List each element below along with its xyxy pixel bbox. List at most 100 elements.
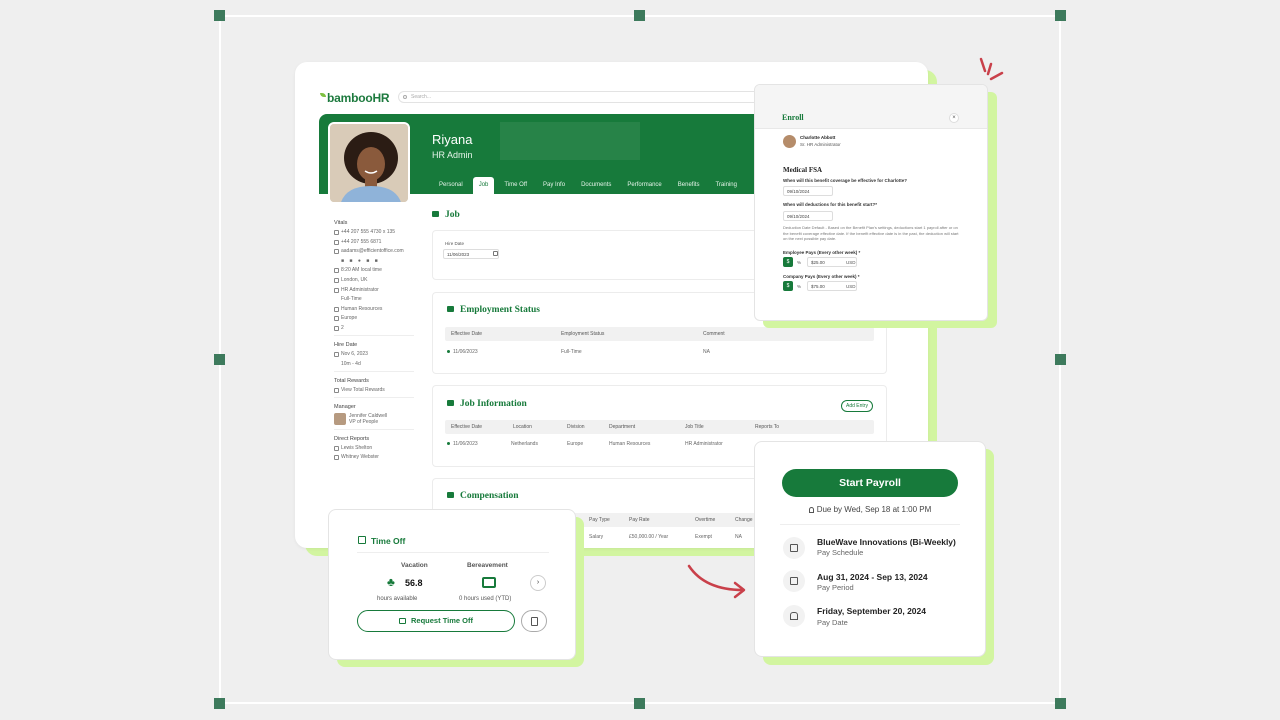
pay-period-value: Aug 31, 2024 - Sep 13, 2024 [817, 572, 928, 582]
employment-status-title: Employment Status [447, 305, 540, 315]
tab-training[interactable]: Training [709, 177, 742, 194]
add-entry-button[interactable]: Add Entry [841, 400, 873, 412]
plan-title: Medical FSA [783, 166, 823, 174]
profile-avatar [328, 122, 410, 204]
manager-name: Jennifer Caldwell [349, 412, 388, 419]
due-date: Due by Wed, Sep 18 at 1:00 PM [755, 505, 985, 514]
vitals-heading: Vitals [334, 220, 348, 226]
coverage-date-field[interactable]: 09/10/2024 [783, 186, 833, 196]
direct-report-item[interactable]: Lewis Shelton [334, 445, 414, 451]
local-time: 8:20 AM local time [334, 267, 414, 274]
time-off-card: Time Off Vacation ♣ 56.8 hours available… [328, 509, 576, 660]
request-time-off-button[interactable]: Request Time Off [357, 610, 515, 632]
curved-arrow-icon [687, 564, 746, 599]
tab-performance[interactable]: Performance [621, 177, 667, 194]
dollar-toggle[interactable]: $ [783, 257, 793, 267]
profile-sidebar: Vitals +44 207 555 4730 x 135 +44 207 55… [334, 214, 414, 464]
palm-tree-icon: ♣ [387, 575, 395, 589]
briefcase-icon [432, 211, 439, 217]
coverage-question: When will this benefit coverage be effec… [783, 178, 908, 183]
calendar-icon[interactable] [493, 251, 498, 256]
view-total-rewards-link[interactable]: View Total Rewards [334, 387, 414, 393]
search-icon [403, 95, 407, 99]
enroll-title: Enroll [782, 113, 804, 122]
table-row[interactable]: 11/06/2023 Full-Time NA [445, 345, 874, 359]
next-chevron-button[interactable]: › [530, 575, 546, 591]
hire-date-heading: Hire Date [334, 341, 358, 348]
mobile-phone[interactable]: +44 207 555 6871 [334, 239, 414, 245]
hire-duration: 10m - 4d [341, 360, 361, 367]
calendar-icon [358, 536, 366, 544]
percent-toggle[interactable]: % [797, 284, 801, 289]
pay-date-value: Friday, September 20, 2024 [817, 606, 926, 616]
job-title: HR Administrator [334, 287, 414, 293]
bereavement-label: Bereavement [467, 562, 508, 569]
resize-handle-tc[interactable] [634, 10, 645, 21]
work-phone[interactable]: +44 207 555 4730 x 135 [334, 229, 414, 235]
bell-icon [808, 507, 814, 513]
resize-handle-br[interactable] [1055, 698, 1066, 709]
job-section-title: Job [432, 210, 460, 220]
briefcase-icon [447, 400, 454, 406]
enroll-panel: Enroll × Charlotte Abbott Sr. HR Adminis… [754, 84, 988, 321]
vacation-label: Vacation [401, 562, 428, 569]
pay-schedule-label: Pay Schedule [817, 548, 864, 557]
tab-time-off[interactable]: Time Off [498, 177, 533, 194]
compensation-title: Compensation [447, 491, 519, 501]
social-icons[interactable]: ■ ■ ● ■ ■ [334, 258, 414, 264]
email-link[interactable]: aadams@efficientoffice.com [334, 248, 414, 255]
currency-label: USD [846, 260, 856, 265]
bamboohr-logo[interactable]: bambooHR [320, 91, 390, 105]
employee-pays-label: Employee Pays (Every other week) * [783, 250, 861, 255]
id-card-icon [447, 306, 454, 312]
direct-report-item[interactable]: Whitney Webster [334, 454, 414, 461]
employee-avatar [783, 135, 796, 148]
employee-name: Charlotte Abbott [800, 135, 836, 140]
employee-role: Sr. HR Administrator [800, 142, 841, 147]
briefcase-icon [482, 577, 496, 588]
start-payroll-button[interactable]: Start Payroll [782, 469, 958, 497]
deduction-note: Deduction Date Default - Based on the Be… [783, 225, 959, 241]
deduction-date-field[interactable]: 09/10/2024 [783, 211, 833, 221]
search-input[interactable]: Search... [398, 91, 768, 103]
resize-handle-ml[interactable] [214, 354, 225, 365]
profile-name-placeholder [500, 122, 640, 160]
department: Human Resources [334, 306, 414, 312]
payroll-card: Start Payroll Due by Wed, Sep 18 at 1:00… [754, 441, 986, 657]
profile-tabs: Personal Job Time Off Pay Info Documents… [433, 177, 747, 194]
total-rewards-heading: Total Rewards [334, 377, 369, 384]
employee-number: 2 [334, 325, 414, 331]
hire-date-field[interactable]: 11/06/2023 [443, 249, 499, 259]
money-icon [447, 492, 454, 498]
tab-benefits[interactable]: Benefits [672, 177, 706, 194]
time-off-title: Time Off [371, 536, 406, 546]
resize-handle-tl[interactable] [214, 10, 225, 21]
currency-label: USD [846, 284, 856, 289]
manager-heading: Manager [334, 403, 356, 410]
manager-role: VP of People [349, 418, 379, 425]
resize-handle-bl[interactable] [214, 698, 225, 709]
resize-handle-bc[interactable] [634, 698, 645, 709]
manager-avatar [334, 412, 346, 425]
resize-handle-mr[interactable] [1055, 354, 1066, 365]
percent-toggle[interactable]: % [797, 260, 801, 265]
profile-name: Riyana [432, 132, 473, 147]
resize-handle-tr[interactable] [1055, 10, 1066, 21]
tab-personal[interactable]: Personal [433, 177, 469, 194]
pay-date-label: Pay Date [817, 618, 848, 627]
calculator-button[interactable] [521, 610, 547, 632]
job-information-title: Job Information [447, 399, 527, 409]
manager-card[interactable]: Jennifer Caldwell VP of People [334, 412, 414, 425]
calendar-icon [783, 537, 805, 559]
tab-pay-info[interactable]: Pay Info [537, 177, 571, 194]
clock-icon [399, 618, 407, 624]
employment-type: Full-Time [341, 296, 362, 303]
dollar-toggle[interactable]: $ [783, 281, 793, 291]
bank-icon [783, 605, 805, 627]
vacation-hours: 56.8 [405, 578, 423, 588]
company-pays-label: Company Pays (Every other week) * [783, 274, 860, 279]
tab-documents[interactable]: Documents [575, 177, 617, 194]
close-icon[interactable]: × [949, 113, 959, 123]
vacation-sub: hours available [377, 596, 418, 602]
tab-job[interactable]: Job [472, 177, 495, 194]
